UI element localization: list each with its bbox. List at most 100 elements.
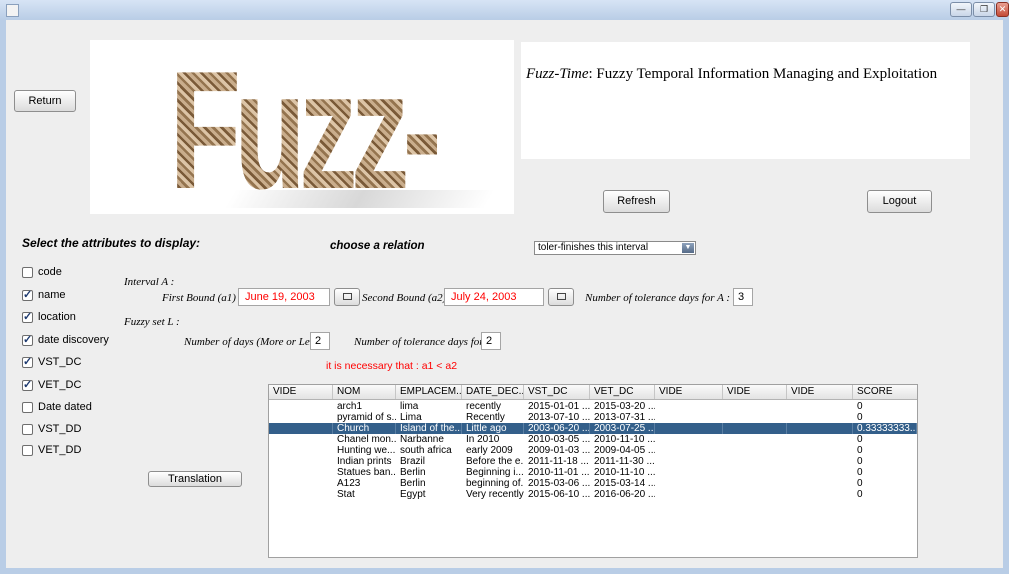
first-bound-field[interactable]: June 19, 2003 (238, 288, 330, 306)
refresh-button[interactable]: Refresh (603, 190, 670, 213)
column-header-vet-dc[interactable]: VET_DC (590, 385, 655, 399)
days-label: Number of days (More or Less) : (184, 336, 329, 348)
second-bound-label: Second Bound (a2) : (362, 292, 453, 304)
tolerance-l-field[interactable]: 2 (481, 332, 501, 350)
table-cell: 2015-03-14 ... (594, 478, 655, 489)
table-cell: 2015-01-01 ... (528, 401, 590, 412)
checkbox-box[interactable] (22, 378, 33, 391)
checkbox-box[interactable] (22, 288, 33, 301)
column-header-date-dec[interactable]: DATE_DEC... (462, 385, 524, 399)
table-row[interactable]: Hunting we... south africa early 2009 2009-… (269, 445, 917, 456)
checkbox-name[interactable]: name (22, 288, 66, 301)
column-header-vide-2[interactable]: VIDE (655, 385, 723, 399)
table-row[interactable]: Indian prints Brazil Before the e... 2011-1… (269, 456, 917, 467)
relation-label: choose a relation (330, 240, 425, 252)
tolerance-a-field[interactable]: 3 (733, 288, 753, 306)
table-cell (787, 478, 853, 489)
table-cell: Very recently (466, 489, 524, 500)
days-field[interactable]: 2 (310, 332, 330, 350)
table-row[interactable]: Statues ban... Berlin Beginning i... 2010-1… (269, 467, 917, 478)
table-cell: 2003-07-25 ... (590, 423, 655, 434)
checkbox-vet-dc[interactable]: VET_DC (22, 378, 81, 391)
table-cell (723, 467, 787, 478)
attributes-heading: Select the attributes to display: (22, 236, 201, 250)
calendar-icon (343, 293, 352, 300)
checkbox-box[interactable] (22, 444, 33, 456)
table-cell (655, 478, 723, 489)
table-cell (787, 423, 853, 434)
table-cell: 2013-07-31 ... (594, 412, 655, 423)
column-header-vide-3[interactable]: VIDE (723, 385, 787, 399)
table-cell: 2010-11-01 ... (528, 467, 590, 478)
table-cell (655, 456, 723, 467)
checkbox-box[interactable] (22, 423, 33, 435)
translation-button[interactable]: Translation (148, 471, 242, 487)
column-header-vide-4[interactable]: VIDE (787, 385, 853, 399)
fuzz-time-logo: Fuzz-Time (90, 40, 514, 214)
maximize-button[interactable]: ❐ (973, 2, 995, 17)
table-cell: Egypt (400, 489, 426, 500)
checkbox-label: VST_DC (38, 356, 82, 368)
checkbox-code[interactable]: code (22, 266, 62, 278)
table-row[interactable]: arch1 lima recently 2015-01-01 ... 2015-03-2… (269, 401, 917, 412)
table-cell: beginning of... (466, 478, 524, 489)
close-button[interactable]: ✕ (996, 2, 1009, 17)
column-header-vst-dc[interactable]: VST_DC (524, 385, 590, 399)
table-cell: 2011-11-18 ... (528, 456, 589, 467)
table-cell: 0 (857, 456, 863, 467)
checkbox-box[interactable] (22, 401, 33, 413)
relation-selected: toler-finishes this interval (538, 242, 649, 253)
table-cell (787, 445, 853, 456)
checkbox-box[interactable] (22, 333, 33, 346)
table-cell: 0 (857, 489, 863, 500)
table-cell (787, 489, 853, 500)
app-subtitle: : Fuzzy Temporal Information Managing an… (588, 66, 938, 82)
table-row[interactable]: Stat Egypt Very recently 2015-06-10 ... 2016… (269, 489, 917, 500)
minimize-button[interactable]: — (950, 2, 972, 17)
checkbox-date-dated[interactable]: Date dated (22, 401, 92, 413)
table-cell: Recently (466, 412, 505, 423)
second-bound-calendar-button[interactable] (548, 288, 574, 306)
table-cell: Stat (337, 489, 355, 500)
table-cell (655, 489, 723, 500)
first-bound-calendar-button[interactable] (334, 288, 360, 306)
app-description: Fuzz-Time: Fuzzy Temporal Information Ma… (521, 42, 970, 159)
table-header: VIDE NOM EMPLACEM... DATE_DEC... VST_DC … (269, 385, 917, 400)
checkbox-label: date discovery (38, 334, 109, 346)
column-header-vide[interactable]: VIDE (269, 385, 333, 399)
relation-select[interactable]: toler-finishes this interval ▼ (534, 241, 696, 255)
checkbox-box[interactable] (22, 310, 33, 323)
first-bound-label: First Bound (a1) : (162, 292, 243, 304)
table-cell (269, 401, 333, 412)
checkbox-date-discovery[interactable]: date discovery (22, 333, 109, 346)
table-cell: 2010-11-10 ... (594, 467, 655, 478)
chevron-down-icon[interactable]: ▼ (682, 243, 694, 253)
column-header-score[interactable]: SCORE (853, 385, 917, 399)
second-bound-field[interactable]: July 24, 2003 (444, 288, 544, 306)
table-row[interactable]: A123 Berlin beginning of... 2015-03-06 ... 2… (269, 478, 917, 489)
table-cell: 2016-06-20 ... (594, 489, 655, 500)
table-row[interactable]: Chanel mon... Narbanne In 2010 2010-03-05 .… (269, 434, 917, 445)
tolerance-l-label: Number of tolerance days for L : (354, 336, 499, 348)
checkbox-vst-dd[interactable]: VST_DD (22, 423, 81, 435)
table-row[interactable]: pyramid of s... Lima Recently 2013-07-10 ..… (269, 412, 917, 423)
return-button[interactable]: Return (14, 90, 76, 112)
table-cell (269, 478, 333, 489)
logo-text: Fuzz-Time (154, 40, 451, 214)
table-cell: 2010-03-05 ... (528, 434, 590, 445)
checkbox-location[interactable]: location (22, 310, 76, 323)
checkbox-vst-dc[interactable]: VST_DC (22, 355, 82, 368)
bounds-warning: it is necessary that : a1 < a2 (326, 360, 458, 372)
table-cell (787, 456, 853, 467)
table-cell (723, 445, 787, 456)
table-row[interactable]: Church Island of the... Little ago 2003-06-… (269, 423, 917, 434)
checkbox-vet-dd[interactable]: VET_DD (22, 444, 81, 456)
logout-button[interactable]: Logout (867, 190, 932, 213)
results-table[interactable]: VIDE NOM EMPLACEM... DATE_DEC... VST_DC … (268, 384, 918, 558)
column-header-emplacement[interactable]: EMPLACEM... (396, 385, 462, 399)
checkbox-box[interactable] (22, 266, 33, 278)
column-header-nom[interactable]: NOM (333, 385, 396, 399)
table-cell (655, 445, 723, 456)
checkbox-box[interactable] (22, 355, 33, 368)
table-cell (787, 467, 853, 478)
